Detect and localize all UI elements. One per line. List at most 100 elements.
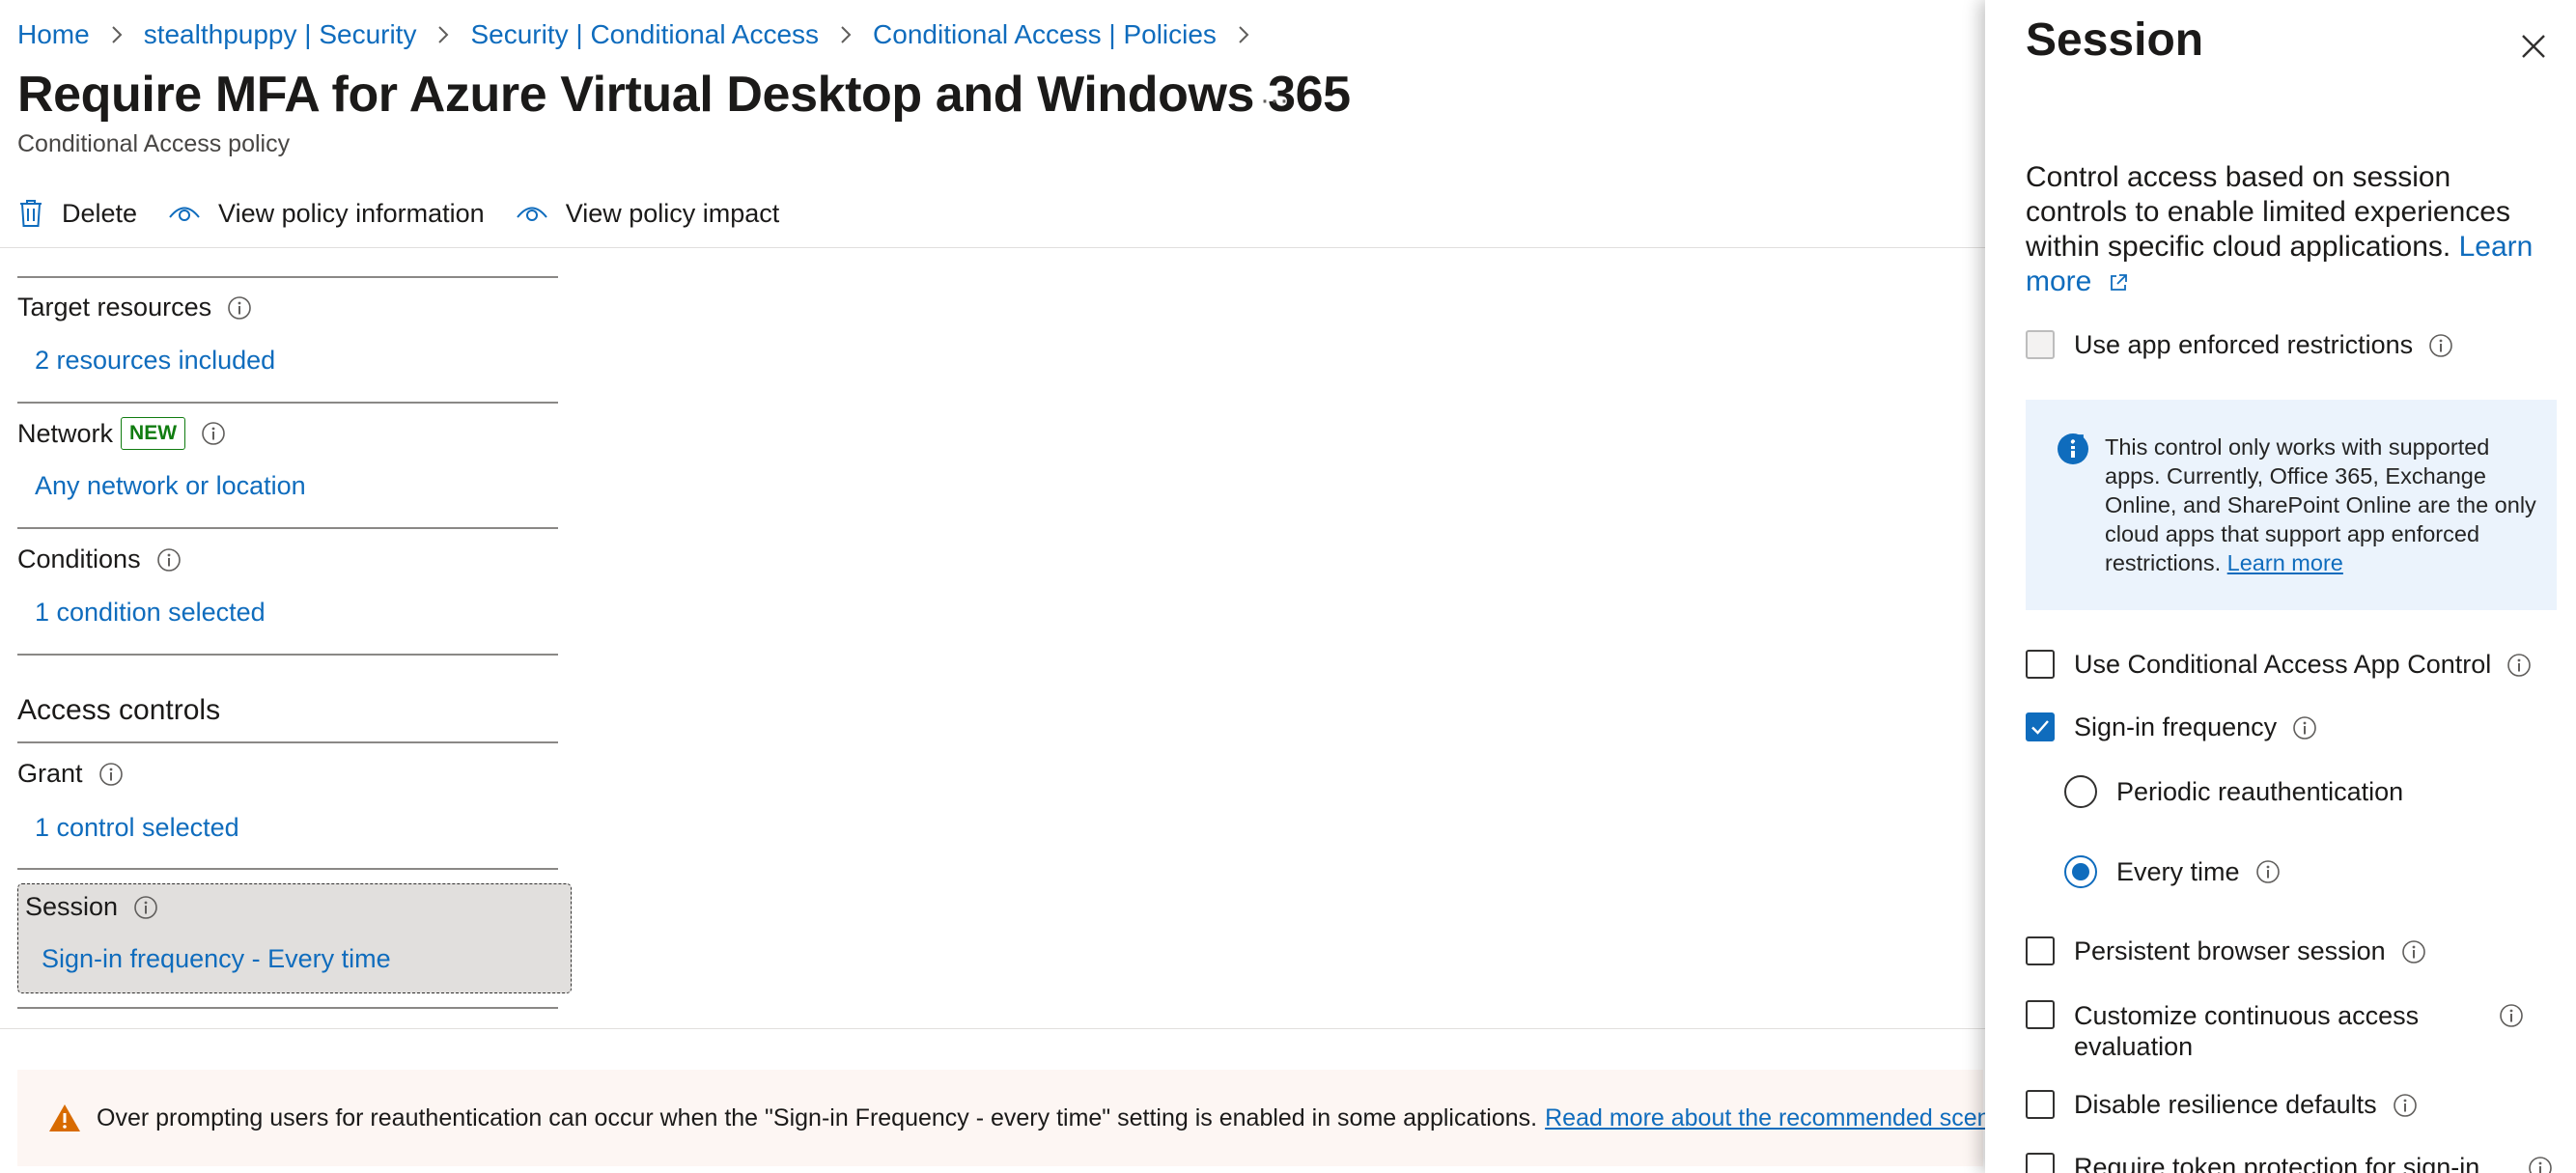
view-policy-information-button[interactable]: View policy information bbox=[168, 199, 485, 229]
info-icon[interactable] bbox=[2506, 653, 2532, 678]
token-protection-checkbox[interactable] bbox=[2026, 1153, 2055, 1173]
breadcrumb-tenant-security[interactable]: stealthpuppy | Security bbox=[144, 19, 417, 50]
target-resources-label: Target resources bbox=[17, 293, 252, 322]
page-title: Require MFA for Azure Virtual Desktop an… bbox=[17, 67, 1351, 123]
panel-description-text: Control access based on session controls… bbox=[2026, 161, 2510, 263]
view-policy-information-label: View policy information bbox=[218, 198, 485, 228]
warning-text: Over prompting users for reauthenticatio… bbox=[97, 1103, 1538, 1131]
command-bar: Delete View policy information View poli… bbox=[17, 189, 810, 237]
token-protection-option: Require token protection for sign-in bbox=[2026, 1153, 2553, 1173]
eye-icon bbox=[516, 207, 547, 221]
info-icon[interactable] bbox=[2292, 715, 2317, 740]
info-icon[interactable] bbox=[2393, 1093, 2418, 1118]
eye-icon bbox=[169, 207, 200, 221]
more-options-button[interactable]: ··· bbox=[1255, 81, 1294, 120]
ca-app-control-label: Use Conditional Access App Control bbox=[2074, 650, 2492, 679]
section-divider bbox=[17, 276, 558, 278]
app-enforced-option: Use app enforced restrictions bbox=[2026, 330, 2453, 359]
breadcrumb: Home stealthpuppy | Security Security | … bbox=[17, 15, 1271, 54]
conditions-link[interactable]: 1 condition selected bbox=[35, 598, 266, 628]
toolbar-divider bbox=[0, 247, 1985, 248]
app-enforced-label: Use app enforced restrictions bbox=[2074, 330, 2414, 359]
conditions-label-text: Conditions bbox=[17, 545, 141, 573]
network-label: Network NEW bbox=[17, 417, 226, 450]
chevron-right-icon bbox=[430, 21, 457, 48]
chevron-right-icon bbox=[832, 21, 859, 48]
info-icon[interactable] bbox=[133, 895, 158, 920]
chevron-right-icon bbox=[1230, 21, 1257, 48]
page-subtitle: Conditional Access policy bbox=[17, 130, 291, 157]
close-icon bbox=[2522, 35, 2545, 58]
radio-selected-dot bbox=[2072, 863, 2089, 880]
sign-in-frequency-option: Sign-in frequency bbox=[2026, 712, 2317, 741]
content-divider bbox=[0, 1028, 1985, 1029]
external-link-icon bbox=[2108, 272, 2129, 293]
every-time-radio[interactable] bbox=[2064, 855, 2097, 888]
info-icon[interactable] bbox=[2255, 859, 2281, 884]
session-link[interactable]: Sign-in frequency - Every time bbox=[42, 944, 391, 974]
persistent-browser-session-checkbox[interactable] bbox=[2026, 936, 2055, 965]
section-divider bbox=[17, 527, 558, 529]
sign-in-frequency-label: Sign-in frequency bbox=[2074, 712, 2278, 741]
panel-description: Control access based on session controls… bbox=[2026, 160, 2557, 299]
info-icon[interactable] bbox=[227, 295, 252, 321]
section-divider bbox=[17, 402, 558, 404]
access-controls-heading: Access controls bbox=[17, 694, 221, 726]
periodic-reauthentication-radio[interactable] bbox=[2064, 775, 2097, 808]
section-divider bbox=[17, 741, 558, 743]
grant-link[interactable]: 1 control selected bbox=[35, 813, 239, 843]
info-icon[interactable] bbox=[156, 547, 182, 573]
breadcrumb-conditional-access[interactable]: Security | Conditional Access bbox=[470, 19, 819, 50]
section-divider bbox=[17, 868, 558, 870]
continuous-access-evaluation-label: Customize continuous access evaluation bbox=[2074, 1001, 2420, 1061]
target-resources-label-text: Target resources bbox=[17, 293, 212, 321]
external-link-icon bbox=[2064, 433, 2086, 454]
info-icon[interactable] bbox=[2499, 1003, 2524, 1028]
warning-icon bbox=[49, 1104, 80, 1131]
ca-app-control-option: Use Conditional Access App Control bbox=[2026, 650, 2532, 679]
grant-label-text: Grant bbox=[17, 759, 83, 788]
persistent-browser-session-label: Persistent browser session bbox=[2074, 936, 2386, 965]
info-icon[interactable] bbox=[98, 762, 124, 787]
breadcrumb-policies[interactable]: Conditional Access | Policies bbox=[873, 19, 1217, 50]
info-message-box: This control only works with supported a… bbox=[2026, 400, 2557, 610]
view-policy-impact-button[interactable]: View policy impact bbox=[516, 198, 780, 229]
delete-label: Delete bbox=[62, 198, 138, 228]
every-time-option: Every time bbox=[2064, 855, 2281, 888]
sign-in-frequency-checkbox[interactable] bbox=[2026, 712, 2055, 741]
every-time-label: Every time bbox=[2116, 856, 2240, 886]
close-button[interactable] bbox=[2514, 27, 2553, 66]
info-icon[interactable] bbox=[2528, 1156, 2553, 1173]
token-protection-label: Require token protection for sign-in bbox=[2074, 1153, 2480, 1173]
info-icon[interactable] bbox=[201, 421, 226, 446]
ca-app-control-checkbox[interactable] bbox=[2026, 650, 2055, 679]
policy-editor: Home stealthpuppy | Security Security | … bbox=[0, 0, 2050, 1173]
session-section-selected[interactable]: Session Sign-in frequency - Every time bbox=[17, 883, 572, 993]
session-label-text: Session bbox=[25, 892, 119, 921]
persistent-browser-session-option: Persistent browser session bbox=[2026, 936, 2426, 965]
network-link[interactable]: Any network or location bbox=[35, 471, 306, 501]
trash-icon bbox=[20, 200, 42, 227]
conditions-label: Conditions bbox=[17, 545, 182, 574]
periodic-reauthentication-option: Periodic reauthentication bbox=[2064, 775, 2403, 808]
chevron-right-icon bbox=[103, 21, 130, 48]
info-icon[interactable] bbox=[2428, 333, 2453, 358]
disable-resilience-defaults-label: Disable resilience defaults bbox=[2074, 1090, 2377, 1119]
disable-resilience-defaults-checkbox[interactable] bbox=[2026, 1090, 2055, 1119]
section-divider bbox=[17, 654, 558, 656]
continuous-access-evaluation-option: Customize continuous access evaluation bbox=[2026, 1000, 2524, 1062]
periodic-reauthentication-label: Periodic reauthentication bbox=[2116, 776, 2404, 806]
delete-button[interactable]: Delete bbox=[17, 198, 137, 229]
info-icon[interactable] bbox=[2401, 939, 2426, 964]
info-learn-more-link[interactable]: Learn more bbox=[2227, 550, 2343, 575]
view-policy-impact-label: View policy impact bbox=[565, 198, 780, 228]
network-label-text: Network bbox=[17, 418, 114, 448]
continuous-access-evaluation-checkbox[interactable] bbox=[2026, 1000, 2055, 1029]
disable-resilience-defaults-option: Disable resilience defaults bbox=[2026, 1090, 2418, 1119]
panel-title: Session bbox=[2026, 14, 2204, 66]
breadcrumb-home[interactable]: Home bbox=[17, 19, 90, 50]
warning-read-more-link[interactable]: Read more about the recommended scenario… bbox=[1545, 1104, 2050, 1132]
app-enforced-checkbox[interactable] bbox=[2026, 330, 2055, 359]
target-resources-link[interactable]: 2 resources included bbox=[35, 346, 275, 376]
grant-label: Grant bbox=[17, 759, 124, 789]
